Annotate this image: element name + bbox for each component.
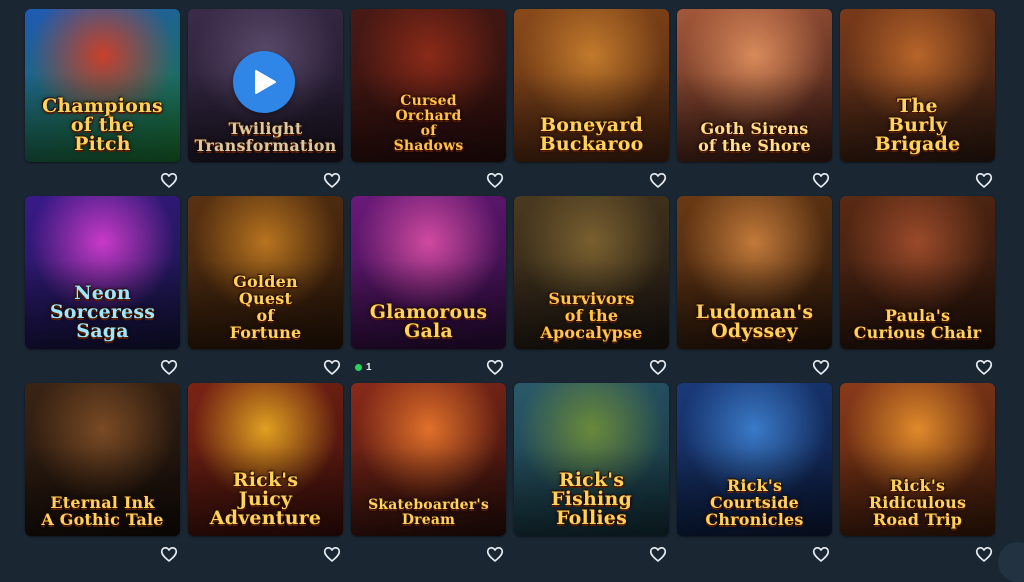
game-tile-ricks-juicy-adventure[interactable]: Rick's Juicy Adventure (188, 383, 343, 536)
game-title: The Burly Brigade (874, 95, 961, 155)
game-title: Ludoman's Odyssey (695, 301, 814, 342)
game-tile-twilight-transformation[interactable]: Twilight Transformation (188, 9, 343, 162)
game-tile-the-burly-brigade[interactable]: The Burly Brigade (840, 9, 995, 162)
game-tile-eternal-ink[interactable]: Eternal Ink A Gothic Tale (25, 383, 180, 536)
heart-outline-icon (649, 359, 667, 375)
game-title: Glamorous Gala (369, 301, 488, 342)
heart-outline-icon (160, 546, 178, 562)
game-tile-paulas-curious-chair[interactable]: Paula's Curious Chair (840, 196, 995, 349)
heart-outline-icon (323, 546, 341, 562)
game-tile-skateboarders-dream[interactable]: Skateboarder's Dream (351, 383, 506, 536)
game-tile-cursed-orchard-of-shadows[interactable]: Cursed Orchard of Shadows (351, 9, 506, 162)
heart-outline-icon (812, 546, 830, 562)
game-title: Boneyard Buckaroo (539, 114, 644, 155)
heart-outline-icon (486, 359, 504, 375)
game-tile-ricks-fishing-follies[interactable]: Rick's Fishing Follies (514, 383, 669, 536)
favorite-button[interactable] (649, 172, 667, 188)
game-title: Twilight Transformation (194, 119, 337, 155)
game-title: Neon Sorceress Saga (49, 282, 156, 342)
heart-outline-icon (975, 359, 993, 375)
heart-outline-icon (486, 546, 504, 562)
scroll-to-top-button[interactable] (998, 542, 1024, 582)
favorite-button[interactable] (649, 359, 667, 375)
game-tile-glamorous-gala[interactable]: Glamorous Gala (351, 196, 506, 349)
game-title: Rick's Juicy Adventure (209, 469, 322, 529)
heart-outline-icon (975, 172, 993, 188)
heart-outline-icon (649, 172, 667, 188)
game-title: Survivors of the Apocalypse (540, 289, 643, 342)
game-tile-goth-sirens-of-the-shore[interactable]: Goth Sirens of the Shore (677, 9, 832, 162)
game-tile-survivors-of-the-apocalypse[interactable]: Survivors of the Apocalypse (514, 196, 669, 349)
favorite-button[interactable] (160, 359, 178, 375)
heart-outline-icon (812, 172, 830, 188)
online-players-badge: 1 (355, 360, 372, 374)
game-title: Rick's Fishing Follies (551, 469, 632, 529)
favorite-button[interactable] (812, 359, 830, 375)
favorite-button[interactable] (323, 359, 341, 375)
game-tile-boneyard-buckaroo[interactable]: Boneyard Buckaroo (514, 9, 669, 162)
favorite-button[interactable] (160, 172, 178, 188)
game-tile-golden-quest-of-fortune[interactable]: Golden Quest of Fortune (188, 196, 343, 349)
game-title: Skateboarder's Dream (368, 497, 489, 528)
heart-outline-icon (160, 359, 178, 375)
online-dot-icon (355, 363, 362, 371)
game-title: Champions of the Pitch (42, 95, 163, 155)
game-title: Paula's Curious Chair (853, 306, 982, 342)
game-title: Rick's Courtside Chronicles (705, 476, 804, 529)
favorite-button[interactable] (160, 546, 178, 562)
game-tile-ricks-courtside-chronicles[interactable]: Rick's Courtside Chronicles (677, 383, 832, 536)
game-title: Goth Sirens of the Shore (698, 119, 811, 155)
play-button[interactable] (233, 51, 295, 113)
favorite-button[interactable] (975, 172, 993, 188)
favorite-button[interactable] (323, 172, 341, 188)
heart-outline-icon (323, 359, 341, 375)
favorite-button[interactable] (812, 546, 830, 562)
heart-outline-icon (649, 546, 667, 562)
favorite-button[interactable] (486, 172, 504, 188)
game-tile-neon-sorceress-saga[interactable]: Neon Sorceress Saga (25, 196, 180, 349)
heart-outline-icon (323, 172, 341, 188)
favorite-button[interactable] (649, 546, 667, 562)
game-title: Golden Quest of Fortune (229, 272, 302, 342)
favorite-button[interactable] (323, 546, 341, 562)
favorite-button[interactable] (975, 359, 993, 375)
online-players-count: 1 (366, 361, 372, 373)
heart-outline-icon (160, 172, 178, 188)
game-tile-champions-of-the-pitch[interactable]: Champions of the Pitch (25, 9, 180, 162)
heart-outline-icon (486, 172, 504, 188)
game-tile-ludomans-odyssey[interactable]: Ludoman's Odyssey (677, 196, 832, 349)
game-title: Cursed Orchard of Shadows (393, 93, 464, 154)
heart-outline-icon (975, 546, 993, 562)
game-title: Eternal Ink A Gothic Tale (41, 493, 164, 529)
play-icon (255, 70, 276, 94)
favorite-button[interactable] (975, 546, 993, 562)
game-tile-ricks-ridiculous-road-trip[interactable]: Rick's Ridiculous Road Trip (840, 383, 995, 536)
favorite-button[interactable] (812, 172, 830, 188)
heart-outline-icon (812, 359, 830, 375)
favorite-button[interactable] (486, 359, 504, 375)
game-title: Rick's Ridiculous Road Trip (868, 476, 967, 529)
favorite-button[interactable] (486, 546, 504, 562)
games-grid: Champions of the Pitch Twilight Transform… (0, 0, 1024, 569)
